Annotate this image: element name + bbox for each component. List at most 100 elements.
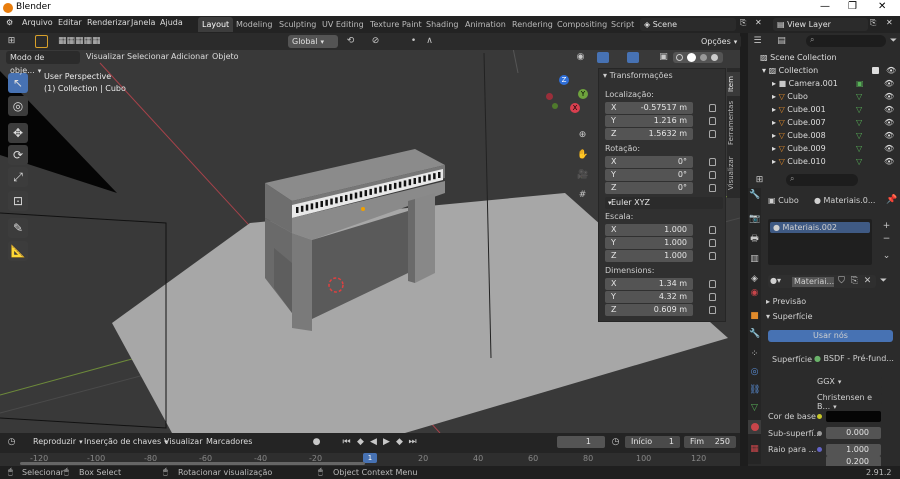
gizmo-z-axis[interactable]: Z: [559, 75, 569, 85]
remove-slot-icon[interactable]: −: [881, 234, 892, 245]
timeline-scrollbar[interactable]: [20, 462, 365, 465]
menu-adicionar[interactable]: Adicionar: [171, 52, 208, 61]
eye-icon[interactable]: 👁: [886, 64, 896, 77]
maximize-icon[interactable]: ❐: [848, 1, 857, 12]
pan-hand-icon[interactable]: ✋: [577, 150, 588, 161]
lock-icon[interactable]: [709, 226, 716, 234]
menu-insercao-chaves[interactable]: Inserção de chaves: [84, 437, 168, 446]
material-tab-icon[interactable]: [748, 420, 761, 434]
eye-icon[interactable]: 👁: [884, 116, 894, 129]
eye-icon[interactable]: 👁: [884, 142, 894, 155]
jump-end-icon[interactable]: ⏭: [407, 437, 418, 448]
options-dropdown[interactable]: Opções: [697, 35, 742, 48]
properties-search-field[interactable]: ⌕: [786, 174, 858, 186]
frame-start-field[interactable]: Início 1: [625, 436, 680, 448]
output-tab-icon[interactable]: 🖶: [749, 234, 760, 245]
solid-shading-icon[interactable]: [687, 53, 696, 62]
surface-panel-header[interactable]: ▾ Superfície: [766, 312, 813, 321]
pivot-icon[interactable]: ⟲: [345, 36, 356, 47]
slot-menu-icon[interactable]: ⌄: [881, 251, 892, 262]
frame-end-field[interactable]: Fim 250: [684, 436, 736, 448]
scene-collection-row[interactable]: ▨ Scene Collection: [748, 51, 900, 64]
menu-janela[interactable]: Janela: [131, 18, 155, 27]
base-color-swatch[interactable]: [826, 411, 881, 422]
eye-icon[interactable]: 👁: [884, 155, 894, 168]
play-icon[interactable]: ▶: [381, 437, 392, 448]
unlink-material-icon[interactable]: ✕: [862, 276, 873, 287]
rotate-tool-button[interactable]: ⟳: [8, 145, 28, 165]
tab-visualizar[interactable]: Visualizar: [727, 152, 740, 194]
blender-menu-icon[interactable]: ⚙: [6, 18, 13, 27]
tab-sculpting[interactable]: Sculpting: [275, 17, 320, 32]
texture-tab-icon[interactable]: ▦: [749, 444, 760, 455]
editor-type-icon[interactable]: ⊞: [6, 36, 17, 47]
collection-row[interactable]: ▾ ▨ Collection 👁: [748, 64, 900, 77]
visibility-icon[interactable]: ◉: [575, 52, 586, 63]
lock-icon[interactable]: [709, 104, 716, 112]
tab-script[interactable]: Script: [607, 17, 638, 32]
preview-range-icon[interactable]: ◷: [610, 437, 621, 448]
material-browse-icon[interactable]: ●▾: [770, 276, 781, 285]
xray-icon[interactable]: ▣: [658, 52, 669, 63]
gizmo-neg-x[interactable]: [546, 93, 553, 100]
tab-ferramentas[interactable]: Ferramentas: [727, 98, 740, 148]
zoom-icon[interactable]: ⊕: [577, 130, 588, 141]
rendered-shading-icon[interactable]: [711, 54, 718, 61]
select-mode-icons[interactable]: ▦▦▦▦▦: [58, 36, 120, 47]
fake-user-icon[interactable]: ⛉: [836, 276, 847, 287]
scale-tool-button[interactable]: ⤢: [8, 167, 28, 187]
add-slot-icon[interactable]: +: [881, 221, 892, 232]
remove-view-layer-icon[interactable]: ✕: [886, 18, 893, 27]
material-selector[interactable]: ●▾ Materiai... ⛉ ⎘ ✕: [768, 275, 876, 288]
proportional-icon[interactable]: •: [408, 36, 419, 47]
lock-icon[interactable]: [709, 117, 716, 125]
lock-icon[interactable]: [709, 252, 716, 260]
eye-icon[interactable]: 👁: [884, 90, 894, 103]
scale-field-z[interactable]: Z 1.000: [605, 250, 693, 262]
data-tab-icon[interactable]: ▽: [749, 403, 760, 414]
rotation-field-z[interactable]: Z 0°: [605, 182, 693, 194]
timeline-editor-icon[interactable]: ◷: [6, 437, 17, 448]
menu-timeline-visualizar[interactable]: Visualizar: [164, 437, 203, 446]
eye-icon[interactable]: 👁: [884, 77, 894, 90]
rotation-mode-dropdown[interactable]: Euler XYZ: [605, 197, 723, 209]
tab-modeling[interactable]: Modeling: [232, 17, 276, 32]
gizmo-neg-y[interactable]: [552, 103, 558, 109]
lock-icon[interactable]: [709, 293, 716, 301]
menu-selecionar[interactable]: Selecionar: [127, 52, 169, 61]
tab-shading[interactable]: Shading: [422, 17, 463, 32]
outliner-item[interactable]: ▸ ▽ Cubo ▽ 👁: [748, 90, 900, 103]
current-frame-field[interactable]: 1: [557, 436, 605, 448]
remove-scene-icon[interactable]: ✕: [755, 18, 762, 27]
tab-layout[interactable]: Layout: [198, 17, 234, 32]
outliner-item[interactable]: ▸ ▽ Cube.007 ▽ 👁: [748, 116, 900, 129]
subsurface-field[interactable]: 0.000: [826, 427, 881, 439]
preview-panel-header[interactable]: ▸ Previsão: [766, 297, 806, 306]
lock-icon[interactable]: [709, 306, 716, 314]
lock-icon[interactable]: [709, 171, 716, 179]
scale-field-x[interactable]: X 1.000: [605, 224, 693, 236]
annotate-tool-button[interactable]: ✎: [8, 218, 28, 238]
new-view-layer-icon[interactable]: ⎘: [870, 18, 876, 28]
checkbox-icon[interactable]: [872, 67, 879, 74]
dims-field-y[interactable]: Y 4.32 m: [605, 291, 693, 303]
outliner-item[interactable]: ▸ ▽ Cube.009 ▽ 👁: [748, 142, 900, 155]
minimize-icon[interactable]: —: [820, 1, 830, 12]
menu-reproduzir[interactable]: Reproduzir: [33, 437, 83, 446]
menu-objeto[interactable]: Objeto: [212, 52, 239, 61]
filter-icon[interactable]: ⏷: [888, 36, 899, 47]
move-tool-button[interactable]: ✥: [8, 123, 28, 143]
gizmo-y-axis[interactable]: Y: [578, 89, 588, 99]
constraints-tab-icon[interactable]: ⛓: [749, 385, 760, 396]
tab-rendering[interactable]: Rendering: [508, 17, 557, 32]
scale-field-y[interactable]: Y 1.000: [605, 237, 693, 249]
render-tab-icon[interactable]: 📷: [749, 214, 760, 225]
material-shading-icon[interactable]: [700, 54, 707, 61]
location-field-y[interactable]: Y 1.216 m: [605, 115, 693, 127]
particles-tab-icon[interactable]: ⁘: [749, 349, 760, 360]
duplicate-material-icon[interactable]: ⎘: [849, 276, 860, 287]
view-layer-tab-icon[interactable]: ▥: [749, 254, 760, 265]
overlay-toggle-icon[interactable]: [627, 52, 639, 63]
physics-tab-icon[interactable]: ◎: [749, 367, 760, 378]
jump-start-icon[interactable]: ⏮: [341, 437, 352, 448]
